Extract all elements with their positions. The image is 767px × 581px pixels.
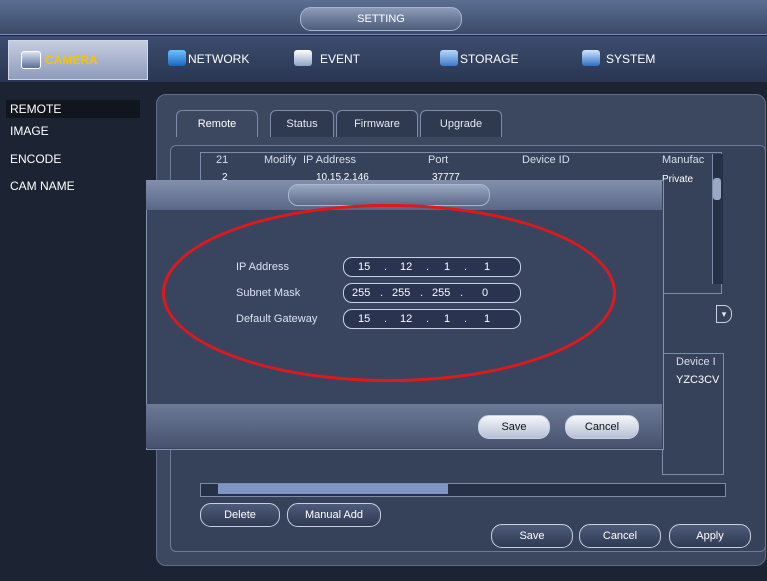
tab-upgrade[interactable]: Upgrade (420, 110, 502, 137)
nav-cam-name[interactable]: CAM NAME (10, 179, 75, 193)
horizontal-scroll-thumb[interactable] (218, 484, 448, 494)
col-port: Port (428, 154, 449, 166)
dialog-title-pill (288, 184, 490, 206)
tab-firmware[interactable]: Firmware (336, 110, 418, 137)
dialog-cancel-button[interactable]: Cancel (565, 415, 639, 439)
menu-event-label: EVENT (320, 52, 361, 66)
tab-status[interactable]: Status (270, 110, 334, 137)
nav-image[interactable]: IMAGE (10, 124, 49, 138)
nav-encode[interactable]: ENCODE (10, 152, 61, 166)
col-device-id: Device ID (522, 154, 570, 166)
row-manufacturer: Private (662, 174, 694, 185)
storage-icon (440, 50, 458, 66)
menu-system-label: SYSTEM (606, 52, 656, 66)
cancel-button[interactable]: Cancel (579, 524, 661, 548)
col-ip-address: IP Address (303, 154, 356, 166)
col-count: 21 (216, 154, 229, 166)
menu-network-label: NETWORK (188, 52, 250, 66)
menu-event[interactable]: EVENT (294, 46, 384, 72)
col-manufacturer: Manufac (662, 154, 705, 166)
tab-remote[interactable]: Remote (176, 110, 258, 137)
menu-camera-label: CAMERA (45, 53, 98, 67)
added-device-table (662, 353, 724, 475)
dropdown-arrow[interactable]: ▾ (716, 305, 732, 323)
manual-add-button[interactable]: Manual Add (287, 503, 381, 527)
camera-icon (21, 51, 41, 69)
network-icon (168, 50, 186, 66)
menu-network[interactable]: NETWORK (168, 46, 278, 72)
dialog-save-button[interactable]: Save (478, 415, 550, 439)
page-title: SETTING (300, 7, 462, 31)
added-col-device-id: Device I (676, 356, 716, 368)
menu-storage[interactable]: STORAGE (440, 46, 550, 72)
system-icon (582, 50, 600, 66)
delete-button[interactable]: Delete (200, 503, 280, 527)
apply-button[interactable]: Apply (669, 524, 751, 548)
menu-camera[interactable]: CAMERA (8, 40, 148, 80)
col-modify: Modify (264, 154, 297, 166)
table-vscroll[interactable] (712, 154, 723, 284)
save-button[interactable]: Save (491, 524, 573, 548)
added-device-id: YZC3CV (676, 374, 720, 386)
event-icon (294, 50, 312, 66)
menu-system[interactable]: SYSTEM (582, 46, 692, 72)
highlight-ellipse (162, 204, 616, 382)
main-menu: CAMERA NETWORK EVENT STORAGE SYSTEM (0, 36, 767, 82)
table-vscroll-thumb[interactable] (713, 178, 721, 200)
nav-remote[interactable]: REMOTE (6, 100, 140, 118)
menu-storage-label: STORAGE (460, 52, 519, 66)
